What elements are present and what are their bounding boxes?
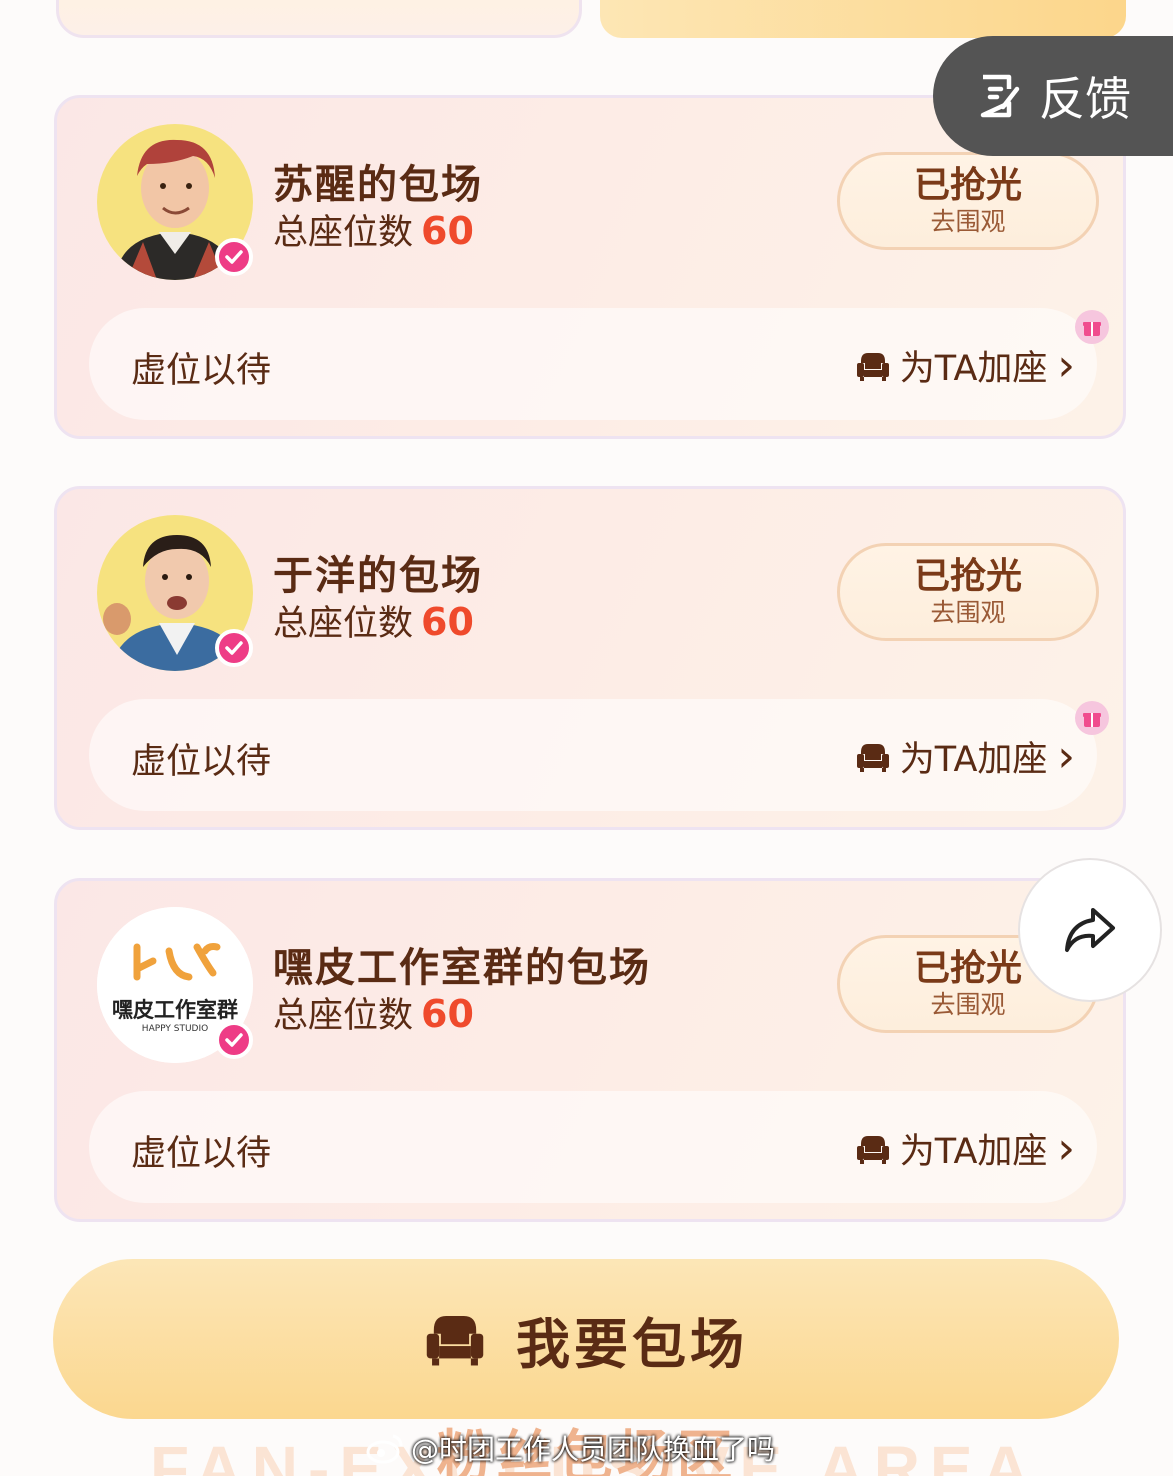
chevron-right-icon: › — [1057, 730, 1075, 782]
seat-count-label: 总座位数 — [273, 604, 414, 644]
seat-count-label: 总座位数 — [273, 996, 414, 1036]
share-arrow-icon — [1065, 908, 1115, 952]
verified-check-icon — [215, 238, 253, 276]
gift-icon — [1075, 701, 1109, 735]
watermark: @时团工作人员团队换血了吗 — [365, 1428, 775, 1468]
add-seat-button[interactable]: 为TA加座 › — [856, 1123, 1075, 1174]
book-venue-label: 我要包场 — [516, 1312, 748, 1376]
verified-check-icon — [215, 1021, 253, 1059]
page: 苏醒的包场 总座位数 60 已抢光 去围观 虚位以待 为TA加座 › 于洋的包场… — [0, 0, 1173, 1476]
add-seat-button[interactable]: 为TA加座 › — [856, 731, 1075, 782]
seat-count: 总座位数 60 — [273, 204, 474, 255]
seat-count: 总座位数 60 — [273, 987, 474, 1038]
feedback-button[interactable]: 反馈 — [933, 36, 1173, 156]
book-venue-button[interactable]: 我要包场 — [53, 1259, 1119, 1419]
sofa-icon — [426, 1316, 484, 1366]
seat-bar: 虚位以待 为TA加座 › — [89, 308, 1097, 420]
seat-count-label: 总座位数 — [273, 213, 414, 253]
watermark-text: @时团工作人员团队换血了吗 — [411, 1433, 776, 1466]
go-watch-label: 去围观 — [930, 990, 1006, 1019]
studio-logo-name: 嘿皮工作室群 — [112, 998, 238, 1022]
card-title: 苏醒的包场 — [273, 162, 483, 208]
sofa-icon — [856, 743, 889, 772]
studio-logo-sub: HAPPY STUDIO — [142, 1024, 208, 1034]
card-title: 于洋的包场 — [273, 553, 483, 599]
add-seat-label: 为TA加座 — [899, 1132, 1048, 1172]
chevron-right-icon: › — [1057, 339, 1075, 391]
vacant-label: 虚位以待 — [131, 742, 272, 782]
sold-out-label: 已抢光 — [913, 948, 1022, 989]
sofa-icon — [856, 1135, 889, 1164]
card-title: 嘿皮工作室群的包场 — [273, 945, 651, 991]
sold-out-button[interactable]: 已抢光 去围观 — [837, 152, 1099, 250]
seat-bar: 虚位以待 为TA加座 › — [89, 1091, 1097, 1203]
feedback-label: 反馈 — [1039, 72, 1131, 126]
seat-bar: 虚位以待 为TA加座 › — [89, 699, 1097, 811]
vacant-label: 虚位以待 — [131, 1134, 272, 1174]
seat-count-value: 60 — [421, 992, 474, 1036]
seat-count-value: 60 — [421, 600, 474, 644]
sold-out-button[interactable]: 已抢光 去围观 — [837, 543, 1099, 641]
weibo-logo-icon — [366, 1434, 403, 1464]
verified-check-icon — [215, 629, 253, 667]
seat-count-value: 60 — [421, 209, 474, 253]
gift-icon — [1075, 310, 1109, 344]
add-seat-label: 为TA加座 — [899, 349, 1048, 389]
previous-button-partial[interactable] — [600, 0, 1126, 38]
go-watch-label: 去围观 — [930, 207, 1006, 236]
add-seat-label: 为TA加座 — [899, 740, 1048, 780]
venue-card[interactable]: 于洋的包场 总座位数 60 已抢光 去围观 虚位以待 为TA加座 › — [54, 486, 1126, 830]
sold-out-label: 已抢光 — [913, 165, 1022, 206]
sold-out-label: 已抢光 — [913, 556, 1022, 597]
share-button[interactable] — [1020, 860, 1160, 1000]
seat-count: 总座位数 60 — [273, 595, 474, 646]
previous-card-partial — [56, 0, 582, 38]
vacant-label: 虚位以待 — [131, 351, 272, 391]
venue-card[interactable]: 嘿皮工作室群 HAPPY STUDIO 嘿皮工作室群的包场 总座位数 60 已抢光… — [54, 878, 1126, 1222]
go-watch-label: 去围观 — [930, 598, 1006, 627]
feedback-doc-icon — [980, 74, 1020, 118]
sofa-icon — [856, 352, 889, 381]
chevron-right-icon: › — [1057, 1122, 1075, 1174]
add-seat-button[interactable]: 为TA加座 › — [856, 340, 1075, 391]
